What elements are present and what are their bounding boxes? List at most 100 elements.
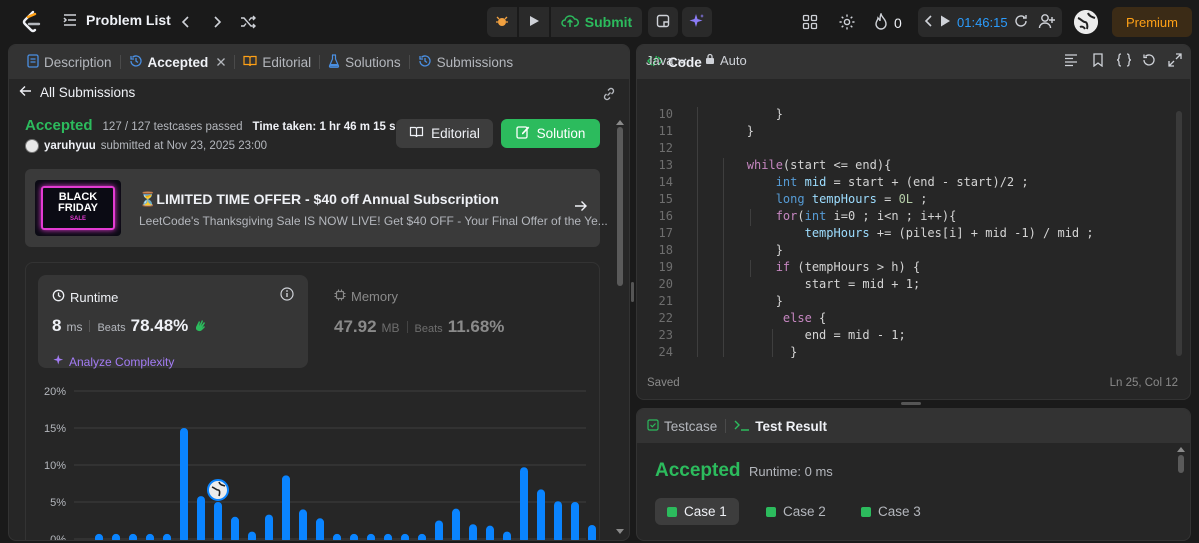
curly-braces-icon[interactable]: [1116, 53, 1132, 67]
run-button[interactable]: [519, 7, 549, 37]
distribution-bar[interactable]: [367, 533, 375, 541]
promo-banner[interactable]: BLACK FRIDAY SALE ⏳LIMITED TIME OFFER - …: [25, 169, 608, 247]
close-tab-icon[interactable]: [216, 55, 226, 70]
premium-button[interactable]: Premium: [1112, 7, 1192, 37]
collapse-timer-icon[interactable]: [924, 14, 934, 30]
distribution-bar[interactable]: [554, 501, 562, 541]
distribution-bar[interactable]: [214, 502, 222, 541]
distribution-bar[interactable]: [231, 516, 239, 541]
all-submissions-link[interactable]: All Submissions: [19, 85, 135, 100]
tab-editorial[interactable]: Editorial: [235, 55, 319, 70]
debug-button[interactable]: [487, 7, 517, 37]
scroll-down-icon[interactable]: [616, 529, 624, 534]
tab-submissions[interactable]: Submissions: [410, 54, 522, 71]
test-scrollbar[interactable]: [1177, 447, 1185, 533]
timer-play-icon[interactable]: [940, 15, 951, 30]
code-line[interactable]: 21 }: [637, 294, 1190, 311]
code-line[interactable]: 14 int mid = start + (end - start)/2 ;: [637, 175, 1190, 192]
distribution-bar[interactable]: [452, 508, 460, 541]
code-line[interactable]: 15 long tempHours = 0L ;: [637, 192, 1190, 209]
case-2-tab[interactable]: Case 2: [754, 498, 838, 525]
format-lines-icon[interactable]: [1064, 53, 1078, 67]
distribution-bar[interactable]: [163, 533, 171, 541]
auto-mode-toggle[interactable]: Auto: [705, 53, 747, 68]
code-line[interactable]: 18 }: [637, 243, 1190, 260]
case-3-tab[interactable]: Case 3: [849, 498, 933, 525]
distribution-bar[interactable]: [333, 533, 341, 541]
submitter-avatar[interactable]: [25, 139, 39, 153]
bookmark-icon[interactable]: [1091, 53, 1105, 68]
distribution-bar[interactable]: [486, 525, 494, 541]
memory-header[interactable]: Memory: [334, 289, 398, 304]
distribution-bar[interactable]: [248, 531, 256, 541]
submitter-name[interactable]: yaruhyuu: [44, 140, 96, 152]
code-line[interactable]: 10 }: [637, 107, 1190, 124]
layout-icon[interactable]: [802, 14, 818, 30]
streak-counter[interactable]: 0: [874, 11, 902, 33]
distribution-bar[interactable]: [180, 428, 188, 541]
shuffle-icon[interactable]: [238, 12, 258, 32]
distribution-bar[interactable]: [384, 533, 392, 541]
distribution-bar[interactable]: [265, 514, 273, 541]
distribution-bar[interactable]: [571, 502, 579, 541]
distribution-bar[interactable]: [299, 509, 307, 541]
left-scrollbar[interactable]: [616, 120, 624, 537]
settings-gear-icon[interactable]: [838, 13, 856, 31]
notes-button[interactable]: [648, 7, 678, 37]
code-line[interactable]: 19 if (tempHours > h) {: [637, 260, 1190, 277]
add-user-icon[interactable]: [1038, 12, 1056, 30]
code-line[interactable]: 17 tempHours += (piles[i] + mid -1) / mi…: [637, 226, 1190, 243]
code-scrollbar[interactable]: [1176, 111, 1182, 356]
code-line[interactable]: 11 }: [637, 124, 1190, 141]
fullscreen-icon[interactable]: [1168, 53, 1182, 67]
editorial-button[interactable]: Editorial: [396, 119, 493, 148]
code-line[interactable]: 12: [637, 141, 1190, 158]
code-line[interactable]: 13 while(start <= end){: [637, 158, 1190, 175]
distribution-bar[interactable]: [112, 533, 120, 541]
distribution-bar[interactable]: [350, 533, 358, 541]
copy-link-icon[interactable]: [601, 86, 617, 105]
distribution-bar[interactable]: [197, 496, 205, 541]
tab-test-result[interactable]: Test Result: [726, 419, 835, 434]
tab-accepted[interactable]: Accepted: [121, 54, 235, 71]
distribution-bar[interactable]: [537, 489, 545, 541]
distribution-bar[interactable]: [401, 533, 409, 541]
tab-testcase[interactable]: Testcase: [647, 419, 725, 434]
distribution-bar[interactable]: [316, 518, 324, 541]
user-avatar[interactable]: [1074, 10, 1098, 34]
distribution-bar[interactable]: [418, 533, 426, 541]
distribution-bar[interactable]: [588, 524, 596, 541]
tab-solutions[interactable]: Solutions: [320, 53, 409, 71]
scrollbar-thumb[interactable]: [1178, 455, 1184, 473]
tab-description[interactable]: Description: [19, 53, 120, 71]
next-problem-icon[interactable]: [207, 12, 227, 32]
prev-problem-icon[interactable]: [176, 12, 196, 32]
info-icon[interactable]: [280, 287, 294, 304]
ai-assist-button[interactable]: [682, 7, 712, 37]
your-submission-marker[interactable]: [207, 479, 229, 501]
scroll-up-icon[interactable]: [1177, 447, 1185, 452]
vertical-resize-handle[interactable]: [631, 282, 634, 302]
code-line[interactable]: 20 start = mid + 1;: [637, 277, 1190, 294]
code-line[interactable]: 22 else {: [637, 311, 1190, 328]
code-line[interactable]: 23 end = mid - 1;: [637, 328, 1190, 345]
analyze-complexity-link[interactable]: Analyze Complexity: [53, 354, 174, 369]
horizontal-resize-handle[interactable]: [901, 402, 921, 405]
distribution-bar[interactable]: [146, 533, 154, 541]
scroll-up-icon[interactable]: [616, 120, 624, 125]
code-line[interactable]: 16 for(int i=0 ; i<n ; i++){: [637, 209, 1190, 226]
distribution-bar[interactable]: [435, 520, 443, 542]
problem-list-button[interactable]: Problem List: [62, 12, 171, 28]
distribution-bar[interactable]: [129, 533, 137, 541]
solution-button[interactable]: Solution: [501, 119, 600, 148]
reset-code-icon[interactable]: [1142, 53, 1156, 67]
distribution-bar[interactable]: [282, 475, 290, 541]
code-editor[interactable]: 10 } 11 } 12 13 while(start <= end){14 int …: [637, 107, 1190, 359]
submit-button[interactable]: Submit: [551, 7, 642, 37]
distribution-bar[interactable]: [503, 531, 511, 541]
case-1-tab[interactable]: Case 1: [655, 498, 739, 525]
code-line[interactable]: 24 }: [637, 345, 1190, 362]
leetcode-logo-icon[interactable]: [20, 10, 42, 34]
runtime-card[interactable]: Runtime 8 ms Beats 78.48% Analyze Comple…: [38, 275, 308, 369]
distribution-bar[interactable]: [469, 524, 477, 541]
